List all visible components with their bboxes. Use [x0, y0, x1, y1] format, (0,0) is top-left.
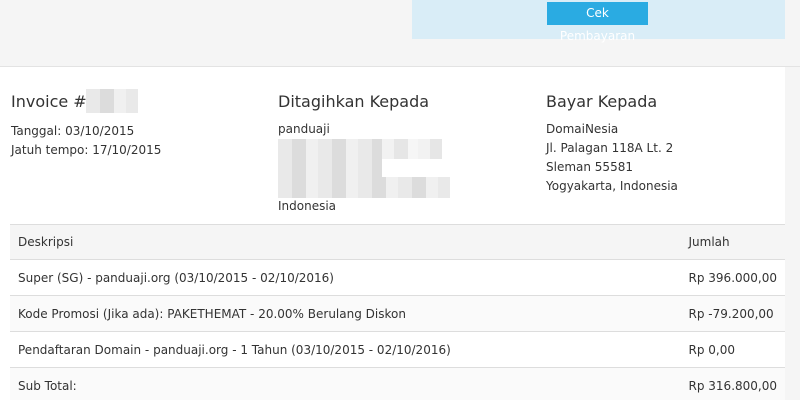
description-header: Deskripsi — [10, 224, 681, 260]
billed-to-name: panduaji — [278, 122, 330, 136]
billed-to-country: Indonesia — [278, 199, 337, 213]
check-payment-button[interactable]: Cek Pembayaran — [547, 2, 648, 43]
item-amount: Rp 0,00 — [680, 331, 785, 368]
redacted-address-block — [278, 139, 382, 177]
redacted-address-block — [382, 139, 442, 159]
subtotal-amount: Rp 316.800,00 — [680, 367, 785, 400]
billed-to-title: Ditagihkan Kepada — [278, 92, 430, 111]
invoice-due-date: Jatuh tempo: 17/10/2015 — [11, 143, 162, 157]
invoice-title: Invoice # — [11, 92, 87, 111]
pay-to-line: DomaiNesia — [546, 122, 619, 136]
pay-to-line: Jl. Palagan 118A Lt. 2 — [546, 141, 674, 155]
subtotal-row: Sub Total: Rp 316.800,00 — [10, 367, 785, 400]
item-amount: Rp 396.000,00 — [680, 259, 785, 296]
pay-to-line: Sleman 55581 — [546, 160, 633, 174]
invoice-date: Tanggal: 03/10/2015 — [11, 124, 135, 138]
item-description: Kode Promosi (Jika ada): PAKETHEMAT - 20… — [10, 295, 681, 332]
redacted-invoice-number — [86, 89, 138, 113]
amount-header: Jumlah — [680, 224, 785, 260]
item-description: Pendaftaran Domain - panduaji.org - 1 Ta… — [10, 331, 681, 368]
item-amount: Rp -79.200,00 — [680, 295, 785, 332]
redacted-address-block — [278, 177, 450, 198]
invoice-items-table: Deskripsi Jumlah Super (SG) - panduaji.o… — [10, 224, 785, 400]
table-header-row: Deskripsi Jumlah — [10, 224, 785, 260]
item-description: Super (SG) - panduaji.org (03/10/2015 - … — [10, 259, 681, 296]
table-row: Pendaftaran Domain - panduaji.org - 1 Ta… — [10, 331, 785, 368]
page-side-gutter — [785, 67, 800, 400]
table-row: Super (SG) - panduaji.org (03/10/2015 - … — [10, 259, 785, 296]
table-row: Kode Promosi (Jika ada): PAKETHEMAT - 20… — [10, 295, 785, 332]
subtotal-label: Sub Total: — [10, 367, 681, 400]
pay-to-line: Yogyakarta, Indonesia — [546, 179, 678, 193]
pay-to-title: Bayar Kepada — [546, 92, 658, 111]
